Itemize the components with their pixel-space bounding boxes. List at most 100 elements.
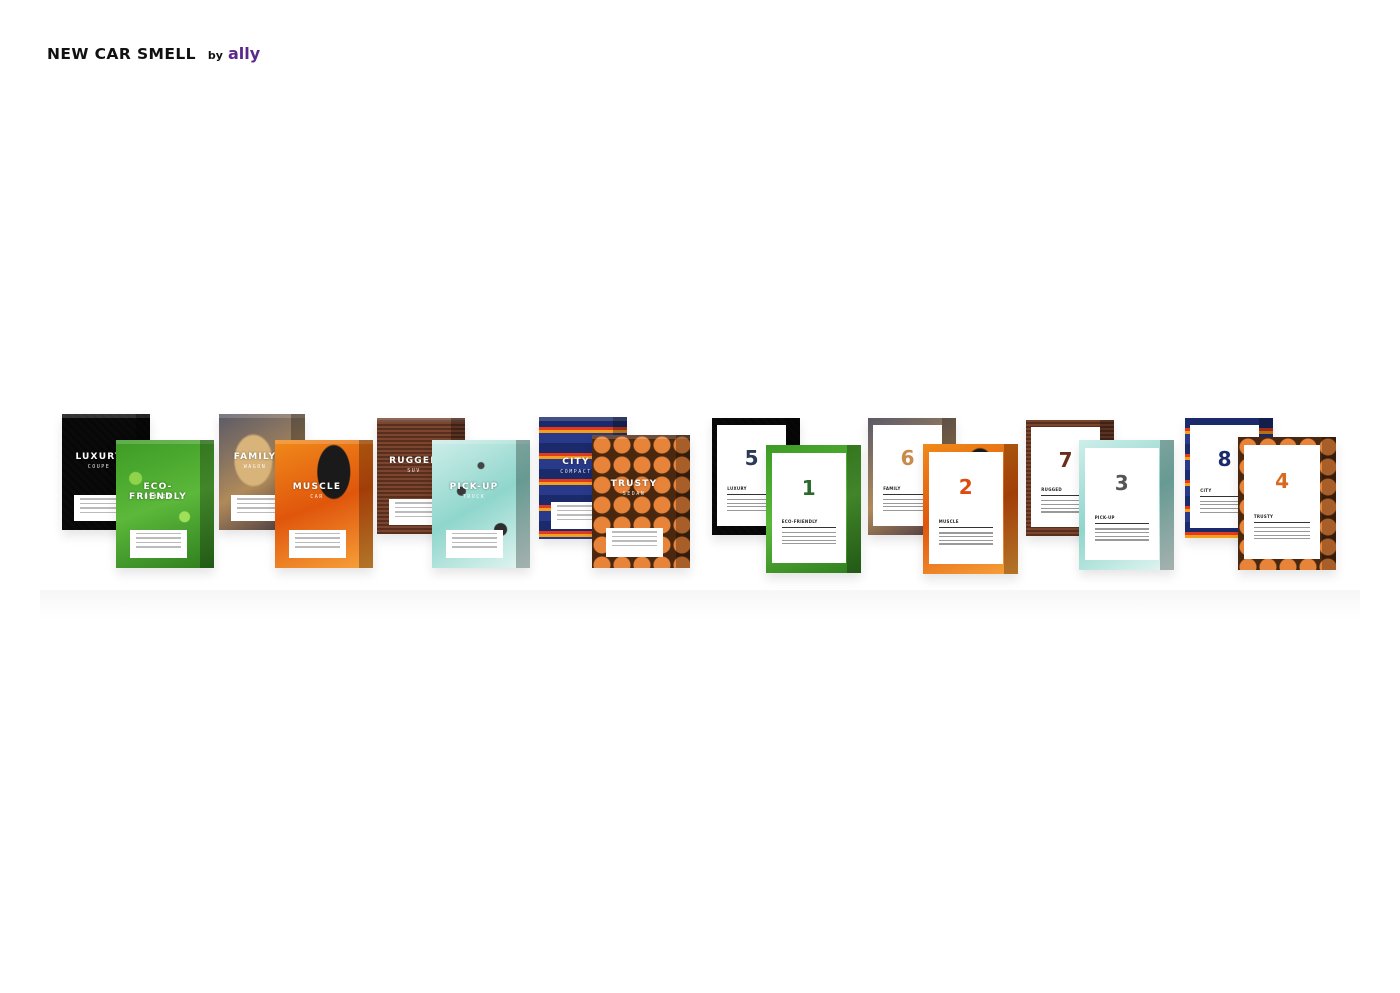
text-line <box>1253 527 1311 529</box>
text-line <box>1094 528 1149 530</box>
card-number: 2 <box>958 475 973 500</box>
box-side-face <box>1004 444 1018 574</box>
text-line <box>1094 535 1149 537</box>
back-card: 4 TRUSTY <box>1243 444 1321 560</box>
label-line <box>80 498 120 500</box>
back-card: 3 PICK-UP <box>1084 447 1159 560</box>
label-line <box>237 498 275 500</box>
label-line <box>611 540 657 542</box>
product-lineup-photo: LUXURY COUPE ECO-FRIENDLY HYBRID FAMILY WAGON… <box>0 0 1400 993</box>
box-side-face <box>516 440 530 568</box>
box-subtitle: HYBRID <box>144 494 172 501</box>
box-side-face <box>847 445 861 573</box>
label-line <box>294 546 340 548</box>
text-line <box>781 539 836 541</box>
card-name: PICK-UP <box>1094 515 1115 521</box>
card-text-lines <box>1253 527 1311 542</box>
label-line <box>611 535 657 538</box>
label-line <box>135 537 181 539</box>
text-line <box>781 543 836 545</box>
text-line <box>938 539 993 541</box>
text-line <box>1253 530 1311 532</box>
box-label <box>231 495 281 521</box>
label-line <box>237 507 275 509</box>
back-card: 2 MUSCLE <box>928 451 1003 564</box>
label-line <box>451 532 497 535</box>
label-line <box>611 544 657 547</box>
front-box-muscle: MUSCLE CAR <box>275 440 373 568</box>
text-line <box>781 535 836 538</box>
label-line <box>294 541 340 544</box>
label-line <box>237 511 275 514</box>
card-rule <box>1253 522 1311 523</box>
text-line <box>938 543 993 545</box>
box-label <box>288 529 346 558</box>
label-line <box>557 518 597 521</box>
text-line <box>1094 539 1149 541</box>
box-side-face <box>1160 440 1174 570</box>
label-line <box>557 514 597 516</box>
card-rule <box>938 527 993 529</box>
label-line <box>294 537 340 539</box>
back-box-pick-up: 3 PICK-UP <box>1079 440 1174 570</box>
label-line <box>451 546 497 548</box>
card-name: CITY <box>1200 487 1212 493</box>
label-line <box>451 541 497 544</box>
front-box-trusty: TRUSTY SEDAN <box>592 435 690 568</box>
card-number: 3 <box>1114 471 1129 496</box>
floor-reflection <box>40 590 1360 620</box>
back-card: 1 ECO-FRIENDLY <box>771 452 846 563</box>
box-subtitle: TRUCK <box>462 494 486 501</box>
card-text-lines <box>781 532 836 547</box>
card-name: TRUSTY <box>1253 514 1274 520</box>
box-name: PICK-UP <box>449 482 499 493</box>
text-line <box>1253 538 1311 540</box>
label-line <box>135 532 181 535</box>
label-line <box>135 546 181 548</box>
label-line <box>557 509 597 512</box>
label-line <box>135 541 181 544</box>
label-line <box>395 515 435 518</box>
front-box-eco-friendly: ECO-FRIENDLY HYBRID <box>116 440 214 568</box>
box-subtitle: CAR <box>310 494 324 501</box>
box-side-face <box>1322 437 1336 570</box>
text-line <box>938 532 993 534</box>
front-box-pick-up: PICK-UP TRUCK <box>432 440 530 568</box>
label-line <box>80 511 120 514</box>
label-line <box>395 502 435 504</box>
card-name: FAMILY <box>883 485 901 491</box>
back-box-trusty: 4 TRUSTY <box>1238 437 1336 570</box>
card-rule <box>781 527 836 529</box>
text-line <box>781 532 836 534</box>
back-box-eco-friendly: 1 ECO-FRIENDLY <box>766 445 861 573</box>
text-line <box>1253 534 1311 536</box>
text-line <box>1094 532 1149 534</box>
label-line <box>451 537 497 539</box>
label-line <box>80 502 120 505</box>
label-line <box>395 511 435 513</box>
card-name: LUXURY <box>727 485 747 491</box>
box-side-face <box>359 440 373 568</box>
card-text-lines <box>938 532 993 547</box>
back-box-muscle: 2 MUSCLE <box>923 444 1018 574</box>
box-name: TRUSTY <box>610 478 658 489</box>
card-number: 1 <box>801 475 816 500</box>
box-label <box>129 529 187 558</box>
box-label <box>605 528 663 558</box>
label-line <box>80 507 120 509</box>
box-side-face <box>676 435 690 568</box>
label-line <box>237 502 275 505</box>
card-name: RUGGED <box>1041 487 1063 493</box>
box-side-face <box>200 440 214 568</box>
box-subtitle: SEDAN <box>622 490 646 497</box>
box-name: MUSCLE <box>292 482 342 493</box>
label-line <box>557 505 597 507</box>
text-line <box>938 536 993 538</box>
card-name: ECO-FRIENDLY <box>781 519 818 525</box>
label-line <box>611 531 657 533</box>
card-name: MUSCLE <box>938 519 959 525</box>
card-rule <box>1094 523 1149 525</box>
card-number: 4 <box>1275 468 1290 493</box>
box-label <box>445 529 503 558</box>
card-text-lines <box>1094 528 1149 543</box>
